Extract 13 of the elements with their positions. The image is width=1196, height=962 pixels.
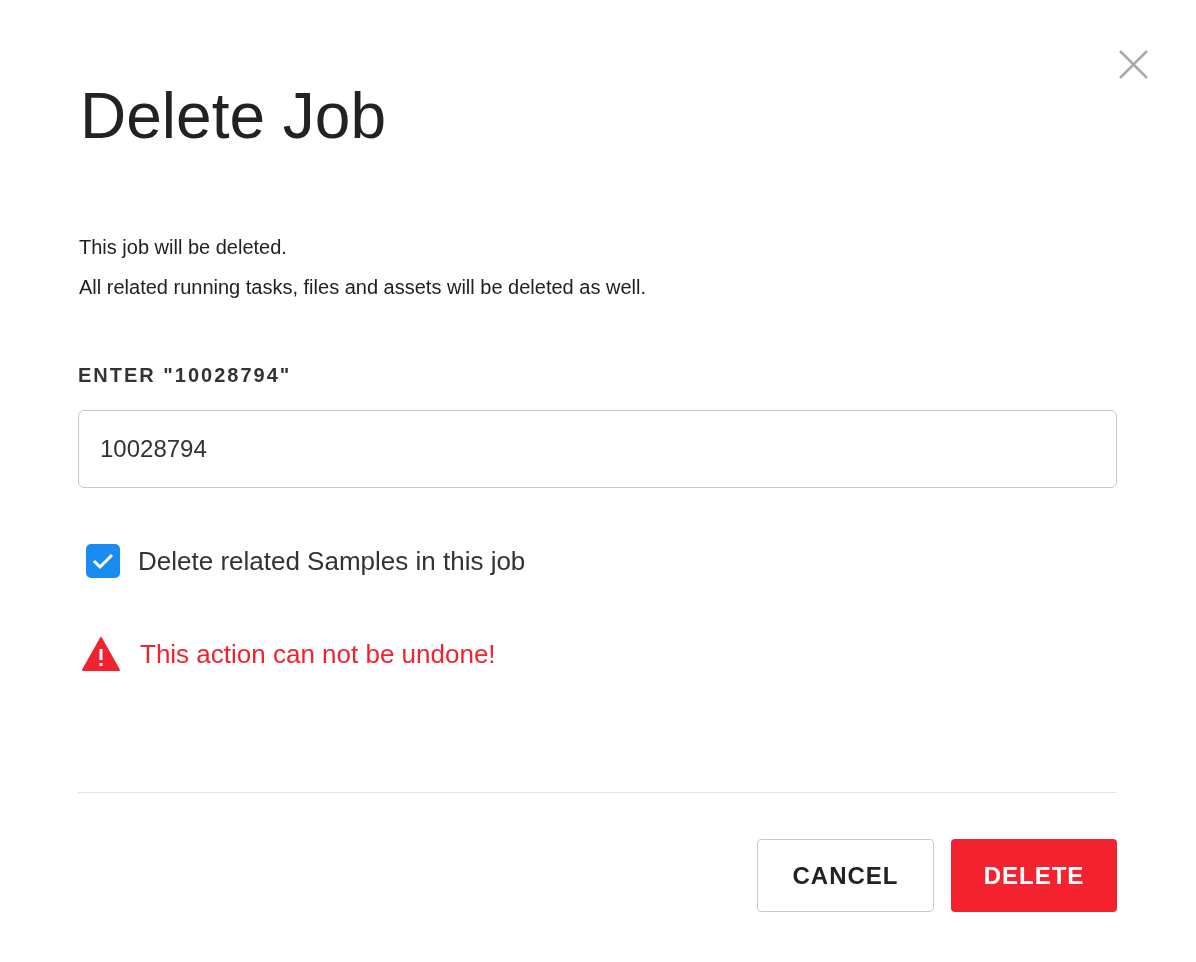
close-icon[interactable] xyxy=(1118,49,1149,80)
delete-button[interactable]: DELETE xyxy=(951,839,1117,912)
message-text: All related running tasks, files and assets will be deleted as well. xyxy=(79,275,647,300)
checkbox[interactable] xyxy=(86,544,120,578)
cancel-button[interactable]: CANCEL xyxy=(757,839,934,912)
checkbox-label: Delete related Samples in this job xyxy=(138,545,526,578)
warning-icon xyxy=(82,637,120,671)
checkmark-icon xyxy=(92,552,114,570)
warning-message: This action can not be undone! xyxy=(140,638,496,671)
field-label: ENTER "10028794" xyxy=(78,363,292,388)
input-field[interactable]: 10028794 xyxy=(78,410,1117,488)
message-text: This job will be deleted. xyxy=(79,235,288,260)
dialog-title: Delete Job xyxy=(79,79,387,154)
